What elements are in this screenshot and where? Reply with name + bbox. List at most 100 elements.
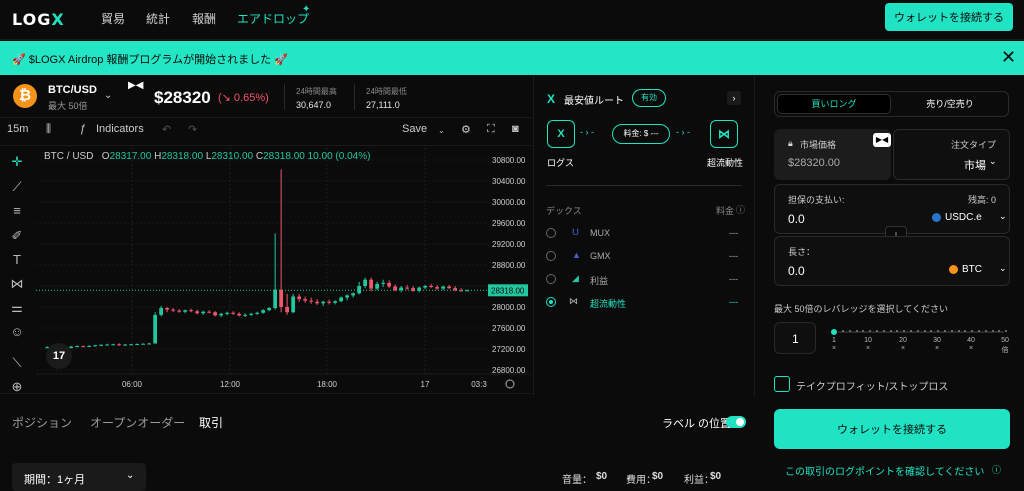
text-icon[interactable]: T <box>8 251 26 269</box>
dex-radio-hyperliquid[interactable] <box>546 297 556 307</box>
usdc-icon <box>932 213 941 222</box>
route-arrow: - › - <box>580 127 594 137</box>
logo[interactable]: LOGX <box>12 10 65 29</box>
leverage-tick[interactable]: 30 <box>927 337 947 344</box>
candle-body <box>315 301 320 304</box>
indicators-button[interactable]: Indicators <box>96 123 144 135</box>
length-input[interactable]: 0.0 <box>788 264 805 278</box>
leverage-tick[interactable]: 1 <box>824 337 844 344</box>
close-icon[interactable]: ✕ <box>1001 47 1016 68</box>
leverage-slider-dot <box>896 330 899 332</box>
fullscreen-icon[interactable]: ⛶ <box>487 123 495 136</box>
chevron-down-icon[interactable]: ⌄ <box>999 211 1007 222</box>
horizontal-lines-icon[interactable]: ≡ <box>8 202 26 220</box>
chevron-down-icon: ⌄ <box>126 470 135 481</box>
pattern-icon[interactable]: ⋈ <box>8 275 26 293</box>
tab-open-orders[interactable]: オープンオーダー <box>90 414 185 431</box>
leverage-tick[interactable]: 10 <box>858 337 878 344</box>
collateral-input[interactable]: 0.0 <box>788 212 805 226</box>
route-to-label: 超流動性 <box>707 158 744 168</box>
tpsl-checkbox[interactable] <box>774 376 790 392</box>
low-value: 27,111.0 <box>366 100 400 110</box>
nav-stats[interactable]: 統計 <box>146 10 170 27</box>
dex-radio-gmx[interactable] <box>546 251 556 261</box>
long-tab[interactable]: 買いロング <box>777 94 891 114</box>
info-icon[interactable]: ⓘ <box>992 463 1001 476</box>
candle-body <box>99 344 104 346</box>
lock-icon: 🔒︎ <box>788 138 793 148</box>
leverage-slider-dot <box>842 330 844 332</box>
order-type-value[interactable]: 市場 <box>964 157 986 173</box>
route-fee: 料金: $ --- <box>612 124 670 144</box>
length-token[interactable]: BTC <box>962 264 982 275</box>
save-button[interactable]: Save <box>402 123 427 135</box>
tradingview-logo[interactable]: 17 <box>46 343 72 369</box>
brush-icon[interactable]: ✐ <box>8 227 26 245</box>
candle-body <box>105 344 110 346</box>
candle-body <box>261 310 266 313</box>
leverage-tick[interactable]: 40 <box>961 337 981 344</box>
nav-airdrop[interactable]: エアドロップ <box>237 10 309 27</box>
candle-body <box>303 299 308 301</box>
price-chart[interactable]: 30800.00 30400.00 30000.00 29600.00 29200.00… <box>36 148 530 392</box>
ruler-icon[interactable]: ⟍ <box>8 354 26 372</box>
short-tab[interactable]: 売り/空売り <box>893 94 1007 114</box>
points-link[interactable]: この取引のログポイントを確認してください <box>785 463 984 478</box>
leverage-tick-unit: × <box>900 345 906 352</box>
candle-body <box>435 287 440 289</box>
candle-body <box>201 311 206 314</box>
dex-header: デックス <box>546 206 582 216</box>
period-selector[interactable]: 期間：1ヶ月 ⌄ <box>12 463 146 491</box>
candle-type-icon[interactable]: ⫼ <box>46 123 51 136</box>
emoji-icon[interactable]: ☺ <box>8 323 26 341</box>
candle-body <box>429 286 434 288</box>
trendline-icon[interactable]: ⟋ <box>8 178 26 196</box>
chevron-down-icon[interactable]: ⌄ <box>438 126 445 135</box>
candle-body <box>75 346 80 348</box>
candle-body <box>279 289 284 307</box>
undo-icon[interactable]: ↶ <box>162 123 171 136</box>
interval-selector[interactable]: 15m <box>7 123 28 135</box>
connect-wallet-button[interactable]: ウォレットを接続する <box>885 3 1013 31</box>
crosshair-icon[interactable]: ✛ <box>8 153 26 171</box>
candle-body <box>297 296 302 300</box>
legend-symbol: BTC / USD <box>44 151 94 162</box>
candle-body <box>285 307 290 313</box>
chevron-right-icon[interactable]: › <box>727 91 741 105</box>
leverage-slider-dot <box>876 330 878 332</box>
settings-icon[interactable]: ⚙ <box>461 123 471 136</box>
tab-positions[interactable]: ポジション <box>12 414 72 431</box>
dex-radio-gains[interactable] <box>546 274 556 284</box>
leverage-slider-dot <box>910 330 912 332</box>
order-type-box[interactable] <box>893 129 1010 180</box>
label-position-toggle[interactable] <box>726 416 746 428</box>
leverage-input[interactable]: 1 <box>774 322 816 354</box>
mux-icon: ᙀ <box>572 227 579 237</box>
chevron-down-icon[interactable]: ⌄ <box>999 263 1007 274</box>
route-status-badge: 有効 <box>632 89 666 107</box>
indicators-icon[interactable]: ƒ <box>80 123 86 135</box>
chevron-down-icon[interactable]: ⌄ <box>104 90 112 101</box>
leverage-slider-handle[interactable] <box>829 327 839 337</box>
nav-trade[interactable]: 貿易 <box>101 10 125 27</box>
measure-icon[interactable]: ⚌ <box>8 299 26 317</box>
collateral-token[interactable]: USDC.e <box>945 212 982 223</box>
camera-icon[interactable]: ◙ <box>512 123 519 135</box>
tab-trades[interactable]: 取引 <box>199 414 223 431</box>
info-icon[interactable]: ⓘ <box>736 203 745 216</box>
chevron-down-icon[interactable]: ⌄ <box>989 156 997 167</box>
leverage-slider-dot <box>957 330 960 332</box>
leverage-tick[interactable]: 20 <box>893 337 913 344</box>
pair-name[interactable]: BTC/USD <box>48 84 97 96</box>
nav-rewards[interactable]: 報酬 <box>192 10 216 27</box>
logx-icon: X <box>547 92 556 106</box>
toolbar-divider <box>0 145 532 146</box>
legend-open: 28317.00 <box>109 151 152 162</box>
leverage-slider-dot <box>964 330 967 332</box>
dex-radio-mux[interactable] <box>546 228 556 238</box>
leverage-slider-dot <box>971 330 974 332</box>
leverage-tick[interactable]: 50 <box>995 337 1015 344</box>
connect-wallet-main-button[interactable]: ウォレットを接続する <box>774 409 1010 449</box>
redo-icon[interactable]: ↷ <box>188 123 197 136</box>
logx-route-icon: X <box>547 120 575 148</box>
